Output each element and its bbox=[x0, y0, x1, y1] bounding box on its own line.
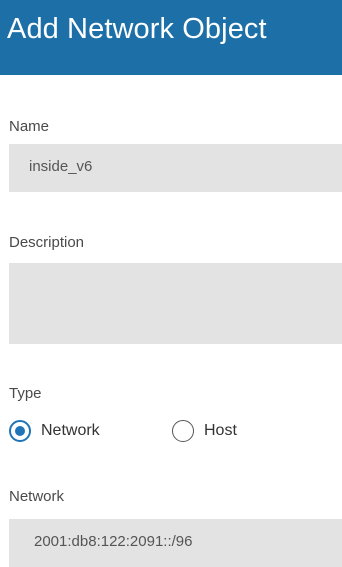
type-label: Type bbox=[9, 385, 42, 402]
dialog-header: Add Network Object bbox=[0, 0, 342, 75]
dialog-title: Add Network Object bbox=[7, 13, 267, 45]
network-field-value: 2001:db8:122:2091::/96 bbox=[34, 533, 193, 550]
name-label: Name bbox=[9, 118, 50, 135]
radio-unchecked-icon bbox=[172, 420, 194, 442]
network-label: Network bbox=[9, 488, 65, 505]
type-radio-network-label: Network bbox=[41, 422, 100, 439]
type-radio-host-label: Host bbox=[204, 422, 237, 439]
description-label: Description bbox=[9, 234, 85, 251]
add-network-object-dialog: Add Network Object Name inside_v6 Descri… bbox=[0, 0, 342, 567]
description-field[interactable] bbox=[9, 263, 342, 344]
radio-checked-icon bbox=[9, 420, 31, 442]
type-radio-network[interactable]: Network bbox=[9, 417, 139, 447]
name-field-value: inside_v6 bbox=[29, 158, 93, 175]
type-radio-host[interactable]: Host bbox=[172, 417, 272, 447]
name-field[interactable]: inside_v6 bbox=[9, 144, 342, 192]
network-field[interactable]: 2001:db8:122:2091::/96 bbox=[9, 519, 342, 567]
